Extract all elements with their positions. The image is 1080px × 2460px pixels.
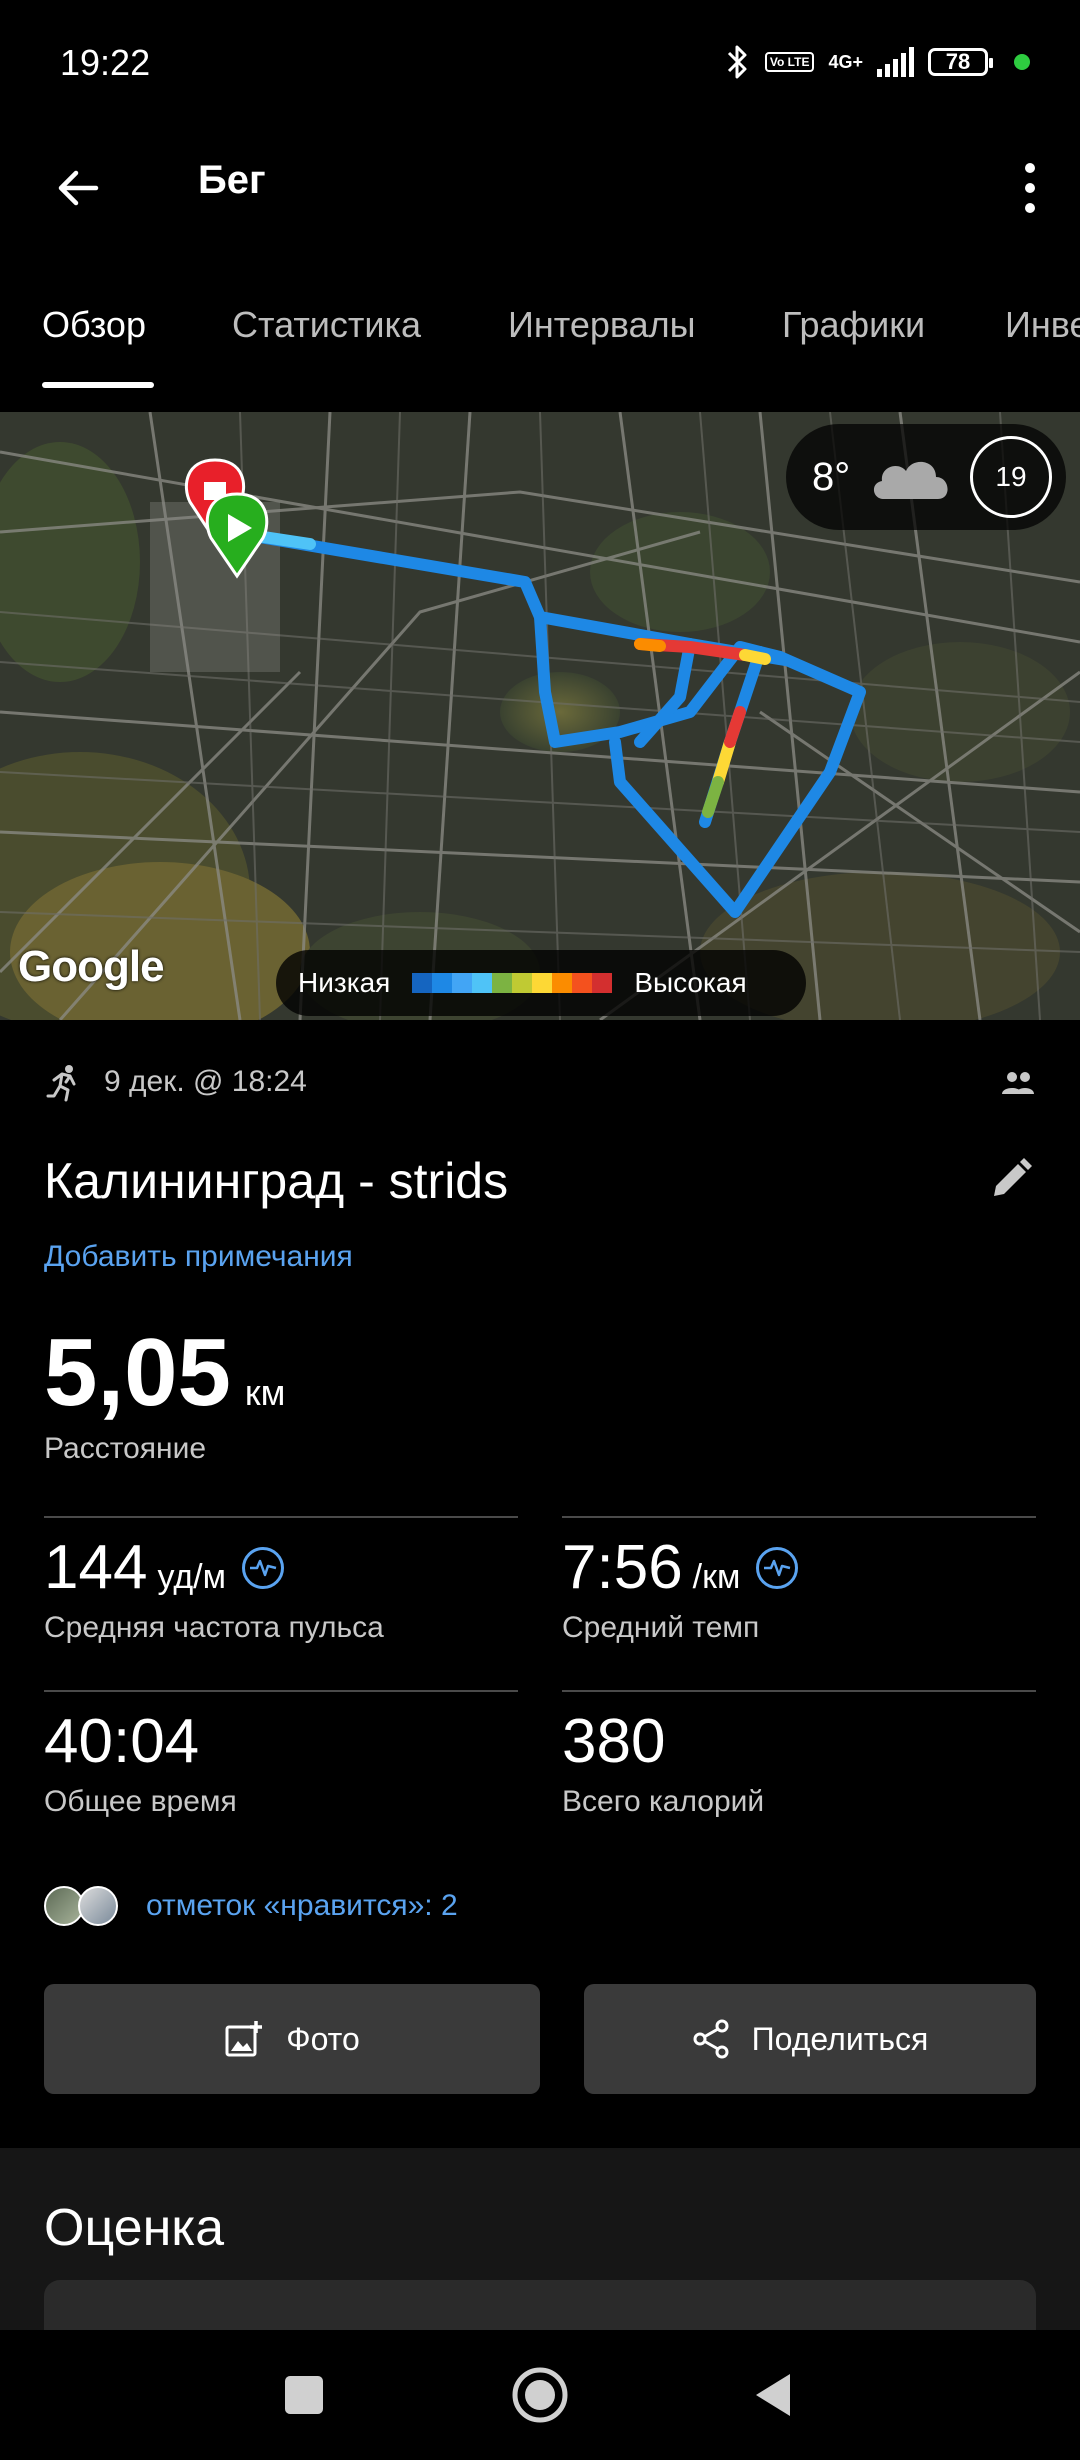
tab-intervals[interactable]: Интервалы [508, 304, 696, 346]
stat-avg-pace[interactable]: 7:56 /км Средний темп [562, 1516, 1036, 1645]
stat-label: Всего калорий [562, 1785, 765, 1818]
share-button[interactable]: Поделиться [584, 1984, 1036, 2094]
active-tab-indicator [42, 382, 154, 388]
privacy-button[interactable] [1000, 1068, 1036, 1103]
stat-value: 380 [562, 1707, 666, 1776]
circle-home-icon [512, 2367, 568, 2423]
weather-hour: 19 [995, 461, 1027, 492]
rating-title: Оценка [44, 2199, 225, 2257]
back-nav-button[interactable] [734, 2360, 814, 2430]
stat-label: Средняя частота пульса [44, 1611, 384, 1644]
add-photo-icon [225, 2021, 263, 2057]
bluetooth-icon [727, 45, 747, 79]
intensity-legend: Низкая Высокая [276, 950, 806, 1016]
weather-temperature: 8° [812, 454, 851, 499]
pace-zone-icon [756, 1546, 799, 1589]
avatar [78, 1886, 118, 1926]
privacy-indicator-icon [1014, 54, 1030, 70]
network-type-label: 4G+ [828, 52, 863, 72]
edit-title-button[interactable] [988, 1156, 1034, 1207]
legend-low-label: Низкая [298, 967, 391, 998]
likes-count-link[interactable]: отметок «нравится»: 2 [146, 1889, 458, 1923]
status-time: 19:22 [60, 42, 151, 83]
weather-badge: 8° 19 [786, 424, 1066, 530]
more-vert-icon [1025, 163, 1035, 173]
share-label: Поделиться [751, 2020, 929, 2057]
status-icons: Vo LTE 4G+ 78 [725, 44, 1030, 80]
add-notes-link[interactable]: Добавить примечания [44, 1240, 353, 1274]
group-icon [1002, 1072, 1034, 1094]
stat-value: 7:56 [562, 1533, 683, 1602]
triangle-back-icon [756, 2374, 790, 2416]
distance-unit: км [244, 1372, 286, 1413]
page-title: Бег [198, 158, 266, 202]
stat-label: Общее время [44, 1785, 237, 1818]
battery-level: 78 [945, 49, 971, 74]
route-map[interactable]: 8° 19 Google Низкая Высокая [0, 412, 1080, 1020]
stat-unit: уд/м [157, 1558, 226, 1596]
stat-total-calories: 380 Всего калорий [562, 1690, 1036, 1819]
legend-high-label: Высокая [634, 967, 747, 998]
pencil-icon [994, 1158, 1032, 1196]
distance-label: Расстояние [44, 1432, 207, 1465]
add-photo-button[interactable]: Фото [44, 1984, 540, 2094]
stat-value: 40:04 [44, 1707, 200, 1776]
volte-icon: Vo LTE [764, 52, 815, 72]
more-options-button[interactable] [1000, 150, 1060, 226]
tab-statistics[interactable]: Статистика [232, 304, 421, 346]
system-nav-bar [0, 2330, 1080, 2460]
distance-value-row: 5,05 км [44, 1318, 285, 1428]
tab-charts[interactable]: Графики [782, 304, 925, 346]
back-button[interactable] [40, 150, 116, 226]
status-bar: 19:22 Vo LTE 4G+ 78 [0, 0, 1080, 130]
recents-button[interactable] [264, 2360, 344, 2430]
stat-total-time: 40:04 Общее время [44, 1690, 518, 1819]
signal-icon [877, 47, 914, 77]
activity-title: Калининград - strids [44, 1153, 509, 1209]
tab-overview[interactable]: Обзор [42, 304, 146, 346]
stat-unit: /км [692, 1558, 741, 1596]
legend-gradient-bar [412, 973, 613, 993]
arrow-back-icon [58, 170, 99, 206]
cloud-icon [874, 461, 948, 499]
battery-icon: 78 [928, 48, 993, 76]
share-icon [693, 2019, 729, 2059]
tab-gear[interactable]: Инвентарь [1005, 304, 1080, 346]
stat-value: 144 [44, 1533, 148, 1602]
stat-avg-heart-rate[interactable]: 144 уд/м Средняя частота пульса [44, 1516, 518, 1645]
google-logo: Google [18, 942, 165, 991]
activity-meta: 9 дек. @ 18:24 [44, 1062, 307, 1102]
square-icon [285, 2376, 323, 2414]
add-photo-label: Фото [286, 2020, 360, 2057]
running-icon [46, 1065, 76, 1102]
weather-time-badge: 19 [970, 436, 1052, 518]
activity-date-time: 9 дек. @ 18:24 [104, 1065, 307, 1098]
heart-rate-zone-icon [241, 1546, 284, 1589]
rating-section: Оценка [0, 2148, 1080, 2360]
home-button[interactable] [500, 2360, 580, 2430]
app-bar: Бег [0, 130, 1080, 240]
distance-value: 5,05 [44, 1319, 231, 1426]
tab-bar: Обзор Статистика Интервалы Графики Инвен… [0, 290, 1080, 390]
stat-label: Средний темп [562, 1611, 760, 1644]
likes-row[interactable]: отметок «нравится»: 2 [44, 1886, 458, 1926]
